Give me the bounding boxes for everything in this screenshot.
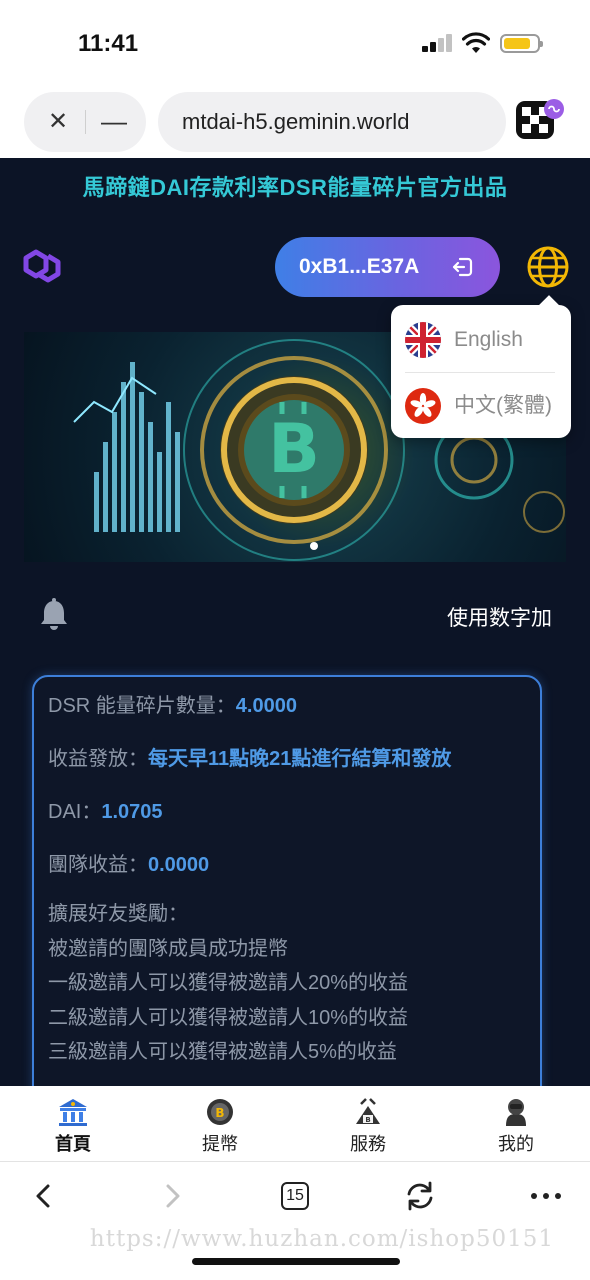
- banner-bar: [166, 402, 171, 532]
- banner-bar: [94, 472, 99, 532]
- watermark: https://www.huzhan.com/ishop50151: [89, 1226, 554, 1252]
- nav-label: 服務: [350, 1134, 386, 1154]
- dai-balance-value: 1.0705: [101, 801, 163, 823]
- dai-balance-row: DAI：1.0705: [48, 795, 163, 824]
- bell-icon[interactable]: [38, 598, 70, 632]
- hk-flag-icon: [405, 388, 441, 424]
- banner-bar: [112, 412, 117, 532]
- referral-rewards-text: 擴展好友獎勵： 被邀請的團隊成員成功提幣 一級邀請人可以獲得被邀請人20%的收益…: [48, 897, 408, 1070]
- language-menu: English 中文(繁體): [391, 295, 571, 438]
- row-label: 收益發放：: [48, 748, 148, 770]
- banner-bar: [139, 392, 144, 532]
- team-earnings-row: 團隊收益：0.0000: [48, 848, 209, 877]
- nav-label: 我的: [498, 1134, 534, 1154]
- language-option-english[interactable]: English: [391, 307, 571, 367]
- bank-icon: [59, 1099, 87, 1126]
- banner-bar: [130, 362, 135, 532]
- home-indicator: [192, 1258, 400, 1265]
- cellular-signal-icon: [422, 34, 454, 52]
- link-badge-icon: [544, 99, 564, 119]
- payout-schedule-row: 收益發放：每天早11點晚21點進行結算和發放: [48, 742, 451, 771]
- nav-label: 首頁: [55, 1134, 91, 1154]
- browser-toolbar: 15 https://www.huzhan.com/ishop50151: [0, 1162, 590, 1280]
- energy-fragments-value: 4.0000: [235, 695, 297, 717]
- more-icon[interactable]: [526, 1176, 566, 1216]
- row-label: DSR 能量碎片數量：: [48, 695, 236, 717]
- battery-icon: [500, 34, 543, 53]
- polygon-logo-icon[interactable]: [18, 244, 66, 288]
- nav-profile[interactable]: 我的: [456, 1086, 576, 1162]
- service-icon: B: [356, 1098, 380, 1124]
- notice-marquee: 使用数字加: [447, 607, 552, 630]
- language-label: English: [454, 328, 523, 351]
- url-text: mtdai-h5.geminin.world: [182, 109, 410, 134]
- carousel-indicator[interactable]: [310, 542, 318, 550]
- banner-bar: [175, 432, 180, 532]
- team-earnings-value: 0.0000: [148, 854, 210, 876]
- globe-language-icon[interactable]: [525, 244, 571, 290]
- promo-line: 被邀請的團隊成員成功提幣: [48, 937, 288, 960]
- svg-text:B: B: [365, 1116, 370, 1124]
- url-field[interactable]: mtdai-h5.geminin.world: [158, 92, 506, 152]
- promo-line: 三級邀請人可以獲得被邀請人5%的收益: [48, 1041, 397, 1063]
- row-label: DAI：: [48, 801, 102, 823]
- row-label: 團隊收益：: [48, 854, 148, 876]
- payout-schedule-value: 每天早11點晚21點進行結算和發放: [148, 748, 452, 770]
- uk-flag-icon: [405, 322, 441, 358]
- logout-icon: [452, 257, 473, 277]
- promo-line: 二級邀請人可以獲得被邀請人10%的收益: [48, 1006, 409, 1029]
- browser-address-bar: ✕ — mtdai-h5.geminin.world: [0, 90, 590, 158]
- back-icon[interactable]: [24, 1176, 64, 1216]
- nav-home[interactable]: 首頁: [13, 1086, 133, 1162]
- tabs-button[interactable]: 15: [281, 1182, 309, 1210]
- banner-bar: [148, 422, 153, 532]
- svg-text:B: B: [215, 1106, 224, 1120]
- status-time: 11:41: [78, 30, 139, 57]
- browser-window-controls: ✕ —: [24, 92, 146, 152]
- close-button[interactable]: ✕: [38, 102, 78, 142]
- nav-withdraw[interactable]: B 提幣: [160, 1086, 280, 1162]
- wallet-address: 0xB1...E37A: [299, 255, 420, 278]
- wifi-icon: [462, 32, 490, 53]
- forward-icon[interactable]: [152, 1176, 192, 1216]
- language-option-chinese[interactable]: 中文(繁體): [391, 373, 571, 433]
- banner-bars: [94, 362, 180, 532]
- energy-fragments-row: DSR 能量碎片數量：4.0000: [48, 689, 297, 718]
- wallet-address-button[interactable]: 0xB1...E37A: [275, 237, 500, 297]
- status-bar: 11:41: [0, 0, 590, 90]
- page-headline: 馬蹄鏈DAI存款利率DSR能量碎片官方出品: [82, 175, 508, 200]
- minimize-button[interactable]: —: [94, 102, 134, 142]
- bottom-navigation: 首頁 B 提幣 B 服務 我的: [0, 1086, 590, 1162]
- language-label: 中文(繁體): [454, 394, 552, 417]
- info-card: DSR 能量碎片數量：4.0000 收益發放：每天早11點晚21點進行結算和發放…: [32, 675, 542, 1115]
- coin-icon: B: [207, 1099, 233, 1125]
- banner-bar: [103, 442, 108, 532]
- profile-icon: [506, 1099, 526, 1126]
- banner-bar: [121, 382, 126, 532]
- refresh-icon[interactable]: [400, 1176, 440, 1216]
- promo-line: 擴展好友獎勵：: [48, 903, 188, 925]
- divider: [85, 110, 86, 134]
- nav-services[interactable]: B 服務: [308, 1086, 428, 1162]
- svg-text:B: B: [268, 410, 320, 489]
- promo-line: 一級邀請人可以獲得被邀請人20%的收益: [48, 972, 409, 994]
- nav-label: 提幣: [202, 1134, 238, 1154]
- banner-bar: [157, 452, 162, 532]
